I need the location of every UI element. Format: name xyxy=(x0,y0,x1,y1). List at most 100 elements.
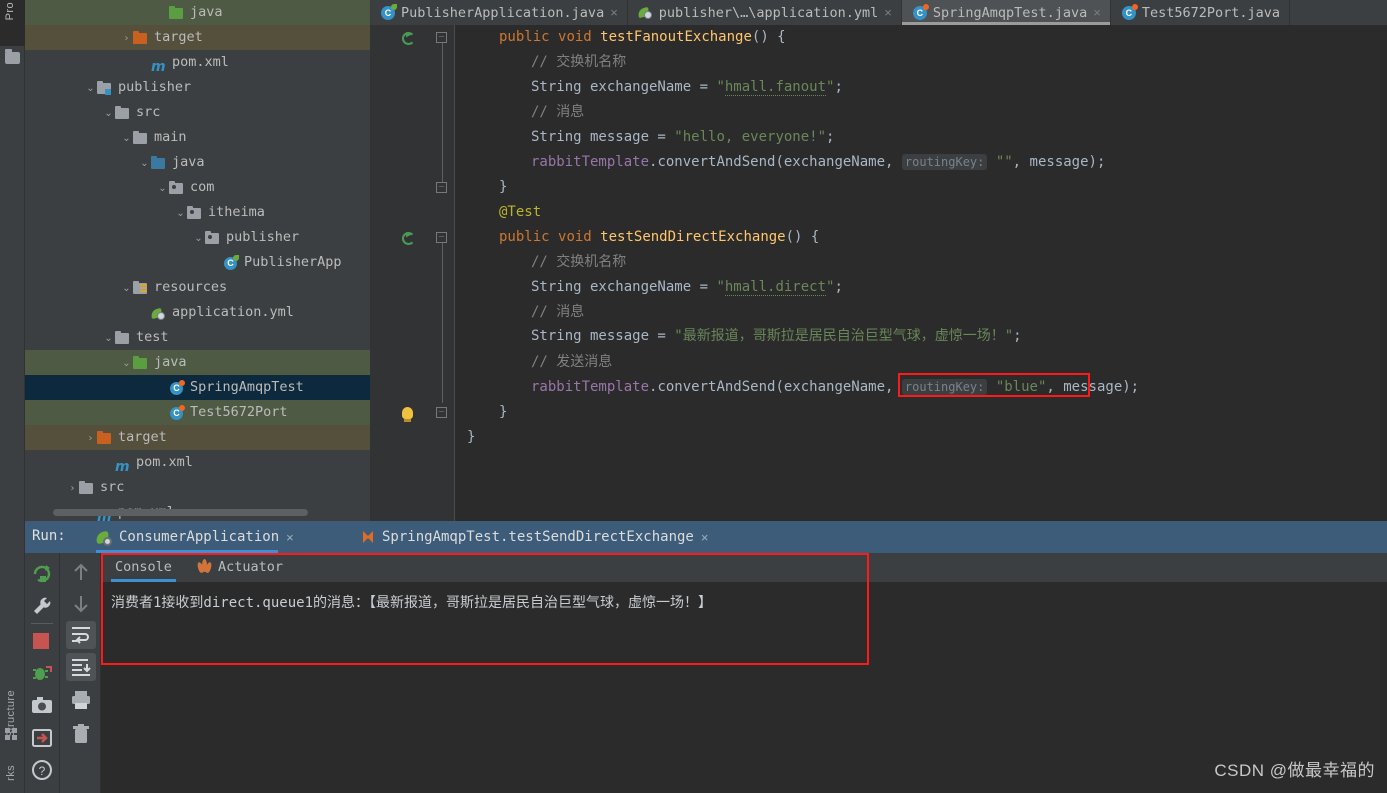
editor-tab-label: Test5672Port.java xyxy=(1141,4,1281,21)
expand-arrow-icon[interactable]: ⌄ xyxy=(103,326,114,351)
tree-item-test[interactable]: ⌄ test xyxy=(25,325,370,350)
expand-arrow-icon[interactable]: ⌄ xyxy=(121,276,132,301)
tree-item-label: target xyxy=(118,429,167,445)
run-test-method-icon[interactable] xyxy=(402,230,415,245)
rerun-icon[interactable] xyxy=(31,563,53,585)
editor-gutter[interactable] xyxy=(370,25,437,521)
tree-item-itheima[interactable]: ⌄ itheima xyxy=(25,200,370,225)
tree-item-java[interactable]: java xyxy=(25,0,370,25)
debugger-icon[interactable] xyxy=(31,663,53,685)
run-tab-consumer-application[interactable]: ConsumerApplication × xyxy=(90,521,300,553)
expand-arrow-icon[interactable]: › xyxy=(85,426,96,451)
project-tree-horizontal-scrollbar[interactable] xyxy=(53,509,308,516)
close-icon[interactable]: × xyxy=(610,5,618,20)
editor-tab-springamqptest-java[interactable]: C SpringAmqpTest.java × xyxy=(901,0,1111,25)
tree-item-label: java xyxy=(154,354,187,370)
code-line-44: String message = "hello, everyone!"; xyxy=(531,129,835,145)
expand-arrow-icon[interactable]: ⌄ xyxy=(139,151,150,176)
settings-wrench-icon[interactable] xyxy=(31,595,53,617)
editor-tab-test5672port-java[interactable]: C Test5672Port.java xyxy=(1111,0,1291,25)
expand-arrow-icon[interactable]: ⌄ xyxy=(85,76,96,101)
tree-item-label: src xyxy=(100,479,125,495)
up-arrow-icon[interactable] xyxy=(70,561,92,583)
stop-icon[interactable] xyxy=(33,633,49,649)
tree-item-publisherapp[interactable]: C PublisherApp xyxy=(25,250,370,275)
tree-item-src[interactable]: ⌄ src xyxy=(25,100,370,125)
run-tool-window-header: Run: ConsumerApplication × SpringAmqpTes… xyxy=(25,521,1387,553)
code-line-51: // 消息 xyxy=(531,304,585,320)
close-icon[interactable]: × xyxy=(286,530,294,545)
tree-item-springamqptest[interactable]: C SpringAmqpTest xyxy=(25,375,370,400)
code-editor[interactable]: 404142434445464748495051525354555657 – –… xyxy=(370,25,1387,521)
tree-item-target[interactable]: › target xyxy=(25,25,370,50)
tree-item-main[interactable]: ⌄ main xyxy=(25,125,370,150)
expand-arrow-icon[interactable]: ⌄ xyxy=(175,201,186,226)
folder-plain-icon xyxy=(78,480,95,495)
tool-window-project[interactable]: Pro xyxy=(4,2,16,20)
structure-icon[interactable] xyxy=(5,728,18,741)
run-tool-window: Run: ConsumerApplication × SpringAmqpTes… xyxy=(25,521,1387,793)
close-icon[interactable]: × xyxy=(1093,5,1101,20)
export-icon[interactable] xyxy=(31,727,53,749)
trash-icon[interactable] xyxy=(70,723,92,745)
toolbar-divider xyxy=(31,623,53,624)
expand-arrow-icon[interactable]: › xyxy=(67,476,78,501)
run-toolbar-primary[interactable]: ? xyxy=(25,553,60,793)
ide-window: Pro Structure rks java › target m pom.xml ⌄ pu… xyxy=(0,0,1387,793)
soft-wrap-toggle[interactable] xyxy=(66,621,96,649)
fold-marker-collapse[interactable]: – xyxy=(436,32,447,43)
tree-item-test5672port[interactable]: C Test5672Port xyxy=(25,400,370,425)
expand-arrow-icon[interactable]: › xyxy=(121,26,132,51)
tree-item-application-yml[interactable]: application.yml xyxy=(25,300,370,325)
project-tree-panel[interactable]: java › target m pom.xml ⌄ publisher ⌄ src ⌄ main ⌄ j… xyxy=(25,0,370,521)
code-line-42: String exchangeName = "hmall.fanout"; xyxy=(531,79,843,96)
intention-bulb-icon[interactable] xyxy=(402,407,413,422)
run-tab-spring-amqp-test[interactable]: SpringAmqpTest.testSendDirectExchange × xyxy=(355,521,714,553)
tree-item-com[interactable]: ⌄ com xyxy=(25,175,370,200)
tree-item-publisher[interactable]: ⌄ publisher xyxy=(25,225,370,250)
scroll-to-end-toggle[interactable] xyxy=(66,653,96,681)
folder-orange-icon xyxy=(96,430,113,445)
run-tab-label: SpringAmqpTest.testSendDirectExchange xyxy=(382,529,694,545)
run-window-label: Run: xyxy=(32,528,66,544)
tree-item-label: target xyxy=(154,29,203,45)
tree-item-resources[interactable]: ⌄ resources xyxy=(25,275,370,300)
close-icon[interactable]: × xyxy=(884,5,892,20)
code-text-area[interactable]: public void testFanoutExchange() { // 交换… xyxy=(455,25,1387,521)
tree-item-publisher[interactable]: ⌄ publisher xyxy=(25,75,370,100)
down-arrow-icon[interactable] xyxy=(70,593,92,615)
svg-text:?: ? xyxy=(39,764,46,778)
tool-window-bookmarks[interactable]: rks xyxy=(5,765,17,781)
tree-item-java[interactable]: ⌄ java xyxy=(25,350,370,375)
tree-item-label: pom.xml xyxy=(172,54,229,70)
tree-item-label: application.yml xyxy=(172,304,294,320)
code-folding-column[interactable] xyxy=(437,25,455,521)
camera-icon[interactable] xyxy=(31,695,53,717)
close-icon[interactable]: × xyxy=(701,530,709,545)
expand-arrow-icon[interactable]: ⌄ xyxy=(193,226,204,251)
tree-item-pom-xml[interactable]: m pom.xml xyxy=(25,450,370,475)
fold-marker-collapse[interactable]: – xyxy=(436,407,447,418)
print-icon[interactable] xyxy=(70,689,92,711)
editor-tab-publisher-application-yml[interactable]: publisher\…\application.yml × xyxy=(628,0,902,25)
tree-item-target[interactable]: › target xyxy=(25,425,370,450)
maven-file-icon: m xyxy=(151,59,166,75)
editor-tab-label: publisher\…\application.yml xyxy=(658,4,879,21)
folder-plain-icon xyxy=(132,130,149,145)
run-test-method-icon[interactable] xyxy=(402,30,415,45)
folder-icon[interactable] xyxy=(5,49,20,64)
tree-item-pom-xml[interactable]: m pom.xml xyxy=(25,50,370,75)
tree-item-label: resources xyxy=(154,279,228,295)
editor-tab-bar[interactable]: C PublisherApplication.java × publisher\…\a… xyxy=(370,0,1387,25)
expand-arrow-icon[interactable]: ⌄ xyxy=(121,351,132,376)
run-toolbar-secondary[interactable] xyxy=(61,553,101,793)
expand-arrow-icon[interactable]: ⌄ xyxy=(121,126,132,151)
tree-item-src[interactable]: › src xyxy=(25,475,370,500)
expand-arrow-icon[interactable]: ⌄ xyxy=(157,176,168,201)
tree-item-java[interactable]: ⌄ java xyxy=(25,150,370,175)
expand-arrow-icon[interactable]: ⌄ xyxy=(103,101,114,126)
fold-marker-collapse[interactable]: – xyxy=(436,232,447,243)
editor-tab-publisherapplication-java[interactable]: C PublisherApplication.java × xyxy=(370,0,628,25)
help-icon[interactable]: ? xyxy=(31,759,53,781)
fold-marker-collapse[interactable]: – xyxy=(436,182,447,193)
